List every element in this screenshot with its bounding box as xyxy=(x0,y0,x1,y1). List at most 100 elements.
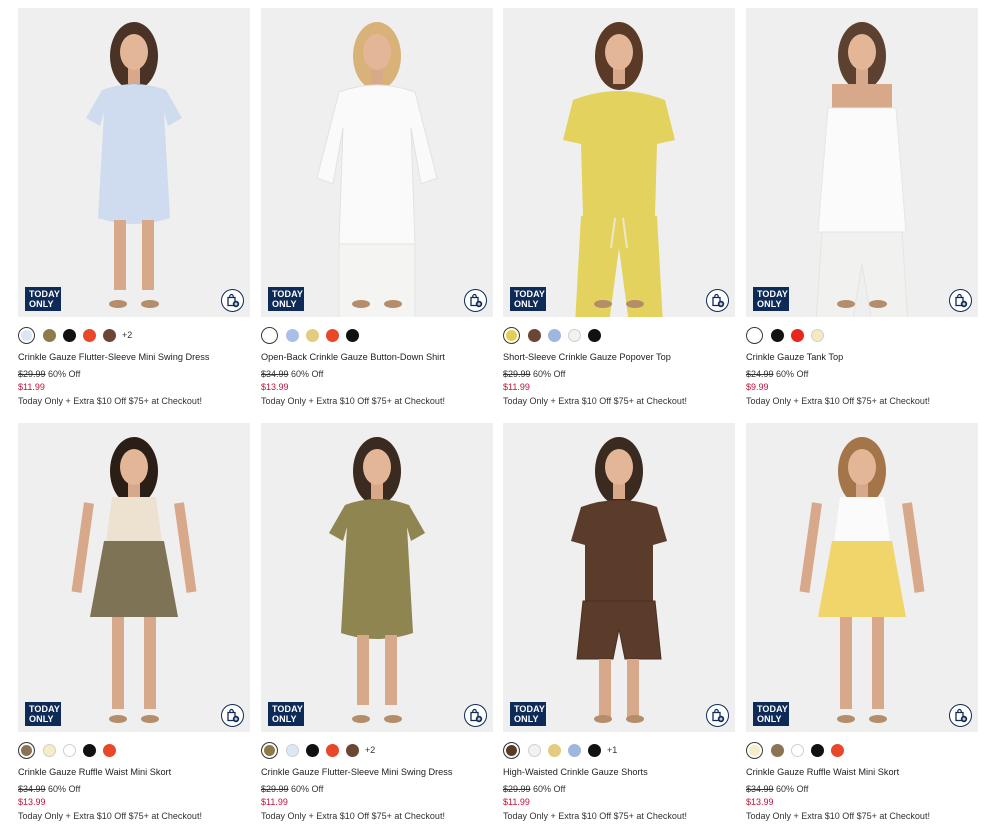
color-swatch[interactable] xyxy=(83,743,96,757)
product-image[interactable]: TODAY ONLY xyxy=(503,8,735,317)
badge-line-2: ONLY xyxy=(29,714,54,724)
add-to-bag-button[interactable] xyxy=(949,289,972,312)
color-swatch[interactable] xyxy=(63,743,76,757)
shopping-bag-icon xyxy=(955,708,968,723)
color-swatch[interactable] xyxy=(548,743,561,757)
product-name[interactable]: Crinkle Gauze Tank Top xyxy=(746,352,843,362)
product-image[interactable]: TODAY ONLY xyxy=(503,423,735,732)
product-card[interactable]: TODAY ONLY +1 High-Waisted Crinkle Gauze Sh… xyxy=(503,423,735,821)
add-to-bag-button[interactable] xyxy=(221,704,244,727)
color-swatch[interactable] xyxy=(568,743,581,757)
more-colors-count[interactable]: +2 xyxy=(122,330,132,340)
color-swatch[interactable] xyxy=(771,743,784,757)
product-name[interactable]: Crinkle Gauze Flutter-Sleeve Mini Swing … xyxy=(261,767,452,777)
color-swatch[interactable] xyxy=(588,743,601,757)
product-card[interactable]: TODAY ONLY Open-Back Crinkle Gauze Button-… xyxy=(261,8,493,406)
product-card[interactable]: TODAY ONLY +2 Crinkle Gauze Flutter-Sleeve … xyxy=(261,423,493,821)
color-swatch[interactable] xyxy=(286,328,299,342)
add-to-bag-button[interactable] xyxy=(949,704,972,727)
color-swatch[interactable] xyxy=(791,743,804,757)
color-swatch[interactable] xyxy=(746,741,763,759)
badge-line-1: TODAY xyxy=(757,704,789,714)
add-to-bag-button[interactable] xyxy=(464,289,487,312)
today-only-badge: TODAY ONLY xyxy=(753,287,789,311)
color-swatch[interactable] xyxy=(63,328,76,342)
product-image[interactable]: TODAY ONLY xyxy=(261,8,493,317)
color-swatch[interactable] xyxy=(811,328,824,342)
color-swatch[interactable] xyxy=(306,743,319,757)
price-line: $29.99 60% Off xyxy=(261,784,323,794)
model-photo xyxy=(746,423,978,732)
today-only-badge: TODAY ONLY xyxy=(268,702,304,726)
color-swatch[interactable] xyxy=(588,328,601,342)
color-swatch[interactable] xyxy=(103,328,116,342)
color-swatch[interactable] xyxy=(103,743,116,757)
color-swatch[interactable] xyxy=(503,326,520,344)
product-image[interactable]: TODAY ONLY xyxy=(746,8,978,317)
color-swatch[interactable] xyxy=(568,328,581,342)
color-swatch[interactable] xyxy=(528,328,541,342)
color-swatch[interactable] xyxy=(18,741,35,759)
product-card[interactable]: TODAY ONLY Crinkle Gauze Tank Top $24.99 60… xyxy=(746,8,978,406)
product-card[interactable]: TODAY ONLY Crinkle Gauze Ruffle Waist Mini… xyxy=(746,423,978,821)
promo-text: Today Only + Extra $10 Off $75+ at Check… xyxy=(746,396,930,406)
discount-label: 60% Off xyxy=(291,784,324,794)
sale-price: $13.99 xyxy=(18,797,46,807)
more-colors-count[interactable]: +2 xyxy=(365,745,375,755)
original-price: $29.99 xyxy=(503,784,531,794)
color-swatch[interactable] xyxy=(503,741,520,759)
color-swatch[interactable] xyxy=(528,743,541,757)
shopping-bag-icon xyxy=(712,708,725,723)
color-swatch[interactable] xyxy=(261,326,278,344)
product-name[interactable]: Crinkle Gauze Flutter-Sleeve Mini Swing … xyxy=(18,352,209,362)
color-swatch[interactable] xyxy=(326,743,339,757)
color-swatch[interactable] xyxy=(43,743,56,757)
color-swatch[interactable] xyxy=(831,743,844,757)
today-only-badge: TODAY ONLY xyxy=(510,702,546,726)
product-card[interactable]: TODAY ONLY Short-Sleeve Crinkle Gauze Popo… xyxy=(503,8,735,406)
badge-line-1: TODAY xyxy=(272,704,304,714)
original-price: $34.99 xyxy=(261,369,289,379)
more-colors-count[interactable]: +1 xyxy=(607,745,617,755)
product-name[interactable]: Open-Back Crinkle Gauze Button-Down Shir… xyxy=(261,352,445,362)
color-swatch[interactable] xyxy=(83,328,96,342)
original-price: $24.99 xyxy=(746,369,774,379)
product-name[interactable]: Short-Sleeve Crinkle Gauze Popover Top xyxy=(503,352,671,362)
color-swatch[interactable] xyxy=(811,743,824,757)
color-swatch[interactable] xyxy=(548,328,561,342)
add-to-bag-button[interactable] xyxy=(464,704,487,727)
color-swatches: +1 xyxy=(503,741,617,759)
color-swatch[interactable] xyxy=(306,328,319,342)
add-to-bag-button[interactable] xyxy=(706,289,729,312)
color-swatch[interactable] xyxy=(791,328,804,342)
color-swatch[interactable] xyxy=(43,328,56,342)
color-swatch[interactable] xyxy=(326,328,339,342)
add-to-bag-button[interactable] xyxy=(221,289,244,312)
color-swatch[interactable] xyxy=(346,743,359,757)
color-swatch[interactable] xyxy=(746,326,763,344)
color-swatch[interactable] xyxy=(346,328,359,342)
product-image[interactable]: TODAY ONLY xyxy=(746,423,978,732)
color-swatch[interactable] xyxy=(286,743,299,757)
color-swatch[interactable] xyxy=(261,741,278,759)
color-swatches xyxy=(261,326,366,344)
product-image[interactable]: TODAY ONLY xyxy=(18,8,250,317)
product-name[interactable]: Crinkle Gauze Ruffle Waist Mini Skort xyxy=(18,767,171,777)
color-swatches: +2 xyxy=(261,741,375,759)
product-name[interactable]: Crinkle Gauze Ruffle Waist Mini Skort xyxy=(746,767,899,777)
discount-label: 60% Off xyxy=(776,784,809,794)
badge-line-1: TODAY xyxy=(514,289,546,299)
product-card[interactable]: TODAY ONLY +2 Crinkle Gauze Flutter-Sleeve … xyxy=(18,8,250,406)
discount-label: 60% Off xyxy=(48,369,81,379)
product-card[interactable]: TODAY ONLY Crinkle Gauze Ruffle Waist Mini… xyxy=(18,423,250,821)
product-image[interactable]: TODAY ONLY xyxy=(18,423,250,732)
sale-price: $11.99 xyxy=(261,797,288,807)
color-swatch[interactable] xyxy=(18,326,35,344)
promo-text: Today Only + Extra $10 Off $75+ at Check… xyxy=(503,811,687,821)
product-name[interactable]: High-Waisted Crinkle Gauze Shorts xyxy=(503,767,648,777)
today-only-badge: TODAY ONLY xyxy=(25,702,61,726)
product-image[interactable]: TODAY ONLY xyxy=(261,423,493,732)
add-to-bag-button[interactable] xyxy=(706,704,729,727)
sale-price: $13.99 xyxy=(261,382,289,392)
color-swatch[interactable] xyxy=(771,328,784,342)
